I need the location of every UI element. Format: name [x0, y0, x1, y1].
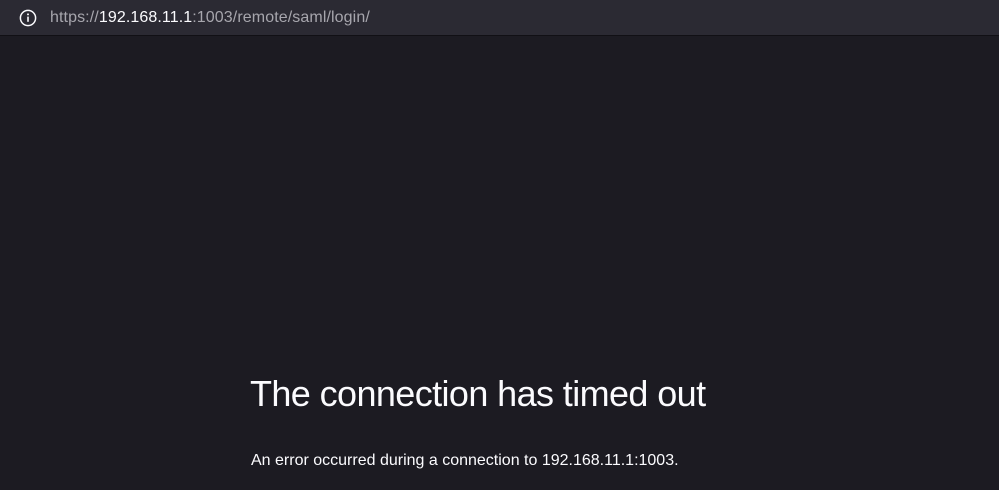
url-scheme: https://	[50, 9, 99, 26]
url-path: :1003/remote/saml/login/	[192, 9, 370, 26]
address-bar-content: https://192.168.11.1:1003/remote/saml/lo…	[0, 0, 370, 36]
error-title: The connection has timed out	[250, 373, 706, 414]
error-description: An error occurred during a connection to…	[251, 452, 679, 469]
address-bar[interactable]: https://192.168.11.1:1003/remote/saml/lo…	[0, 0, 999, 36]
url-text[interactable]: https://192.168.11.1:1003/remote/saml/lo…	[50, 9, 370, 27]
info-icon[interactable]	[18, 8, 38, 28]
error-page: The connection has timed out An error oc…	[0, 36, 999, 490]
url-host: 192.168.11.1	[98, 9, 193, 26]
